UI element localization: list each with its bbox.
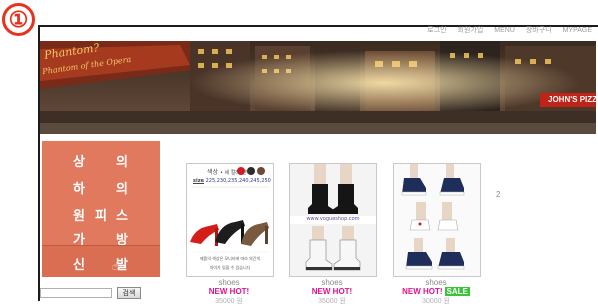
- product-name[interactable]: shoes: [289, 278, 375, 287]
- nav-cart[interactable]: 장바구니: [526, 27, 552, 34]
- color-label: 색상: [207, 169, 219, 176]
- product-card-1[interactable]: 색상 • 세 컬러 선택 size 225,230,235,240,245,25…: [186, 163, 274, 277]
- nav-mypage[interactable]: MYPAGE: [563, 27, 592, 34]
- product-note-1: 제품의 색상은 모니터에 따라 약간씩: [199, 256, 261, 261]
- product-tag-row: NEW HOT! SALE: [393, 287, 479, 296]
- category-label: 의: [116, 155, 128, 170]
- category-shoes[interactable]: 신 발 ☝: [42, 245, 160, 277]
- category-label: 상: [73, 155, 85, 170]
- product-price: 30000 원: [422, 298, 450, 305]
- product-price: 35000 원: [318, 298, 346, 305]
- category-label: 하: [73, 182, 85, 197]
- product-tag: NEW HOT!: [208, 287, 250, 296]
- size-label: size: [193, 178, 204, 184]
- nav-join[interactable]: 회원가입: [458, 27, 484, 34]
- product-image-sneakers: [394, 164, 480, 276]
- category-label: 원: [73, 209, 85, 224]
- search-input[interactable]: [40, 288, 112, 298]
- category-bottoms[interactable]: 하 의: [42, 174, 160, 200]
- banner-store-sign: JOHN'S PIZZ: [548, 95, 596, 104]
- category-label: 피: [95, 209, 107, 224]
- color-note: • 세 컬러 선택: [219, 170, 251, 176]
- category-label: 의: [116, 182, 128, 197]
- product-tag: NEW HOT!: [311, 287, 353, 296]
- product-note-2: 차이가 있을 수 있습니다: [209, 265, 251, 270]
- size-list: 225,230,235,240,245,250: [205, 178, 271, 184]
- product-price: 35000 원: [215, 298, 243, 305]
- nav-menu[interactable]: MENU: [494, 27, 515, 34]
- category-onepiece[interactable]: 원 피 스: [42, 201, 160, 227]
- sale-badge: SALE: [444, 287, 470, 296]
- product-name[interactable]: shoes: [393, 278, 479, 287]
- nav-login[interactable]: 로그인: [427, 27, 446, 34]
- category-menu: 상 의 하 의 원 피 스 가 방 신 발 ☝: [42, 141, 160, 277]
- hand-cursor-icon: ☝: [112, 260, 119, 273]
- top-nav: 로그인 회원가입 MENU 장바구니 MYPAGE: [418, 25, 592, 35]
- category-label: 신: [73, 258, 85, 273]
- hero-banner: Phantom? Phantom of the Opera JOHN'S PIZ…: [40, 41, 596, 134]
- color-label-row: 색상 • 세 컬러 선택: [207, 167, 251, 176]
- product-card-3[interactable]: [393, 163, 481, 277]
- step-number-badge: ①: [2, 3, 35, 36]
- product-name[interactable]: shoes: [186, 278, 272, 287]
- category-label: 스: [116, 209, 128, 224]
- product-card-2[interactable]: www.vogueshop.com: [289, 163, 377, 277]
- product-watermark: www.vogueshop.com: [306, 216, 360, 222]
- category-tops[interactable]: 상 의: [42, 147, 160, 173]
- page-number-link[interactable]: 2: [496, 190, 500, 199]
- product-tag: NEW HOT!: [402, 287, 443, 296]
- size-row: size 225,230,235,240,245,250: [193, 178, 271, 184]
- search-button[interactable]: 검색: [117, 287, 141, 299]
